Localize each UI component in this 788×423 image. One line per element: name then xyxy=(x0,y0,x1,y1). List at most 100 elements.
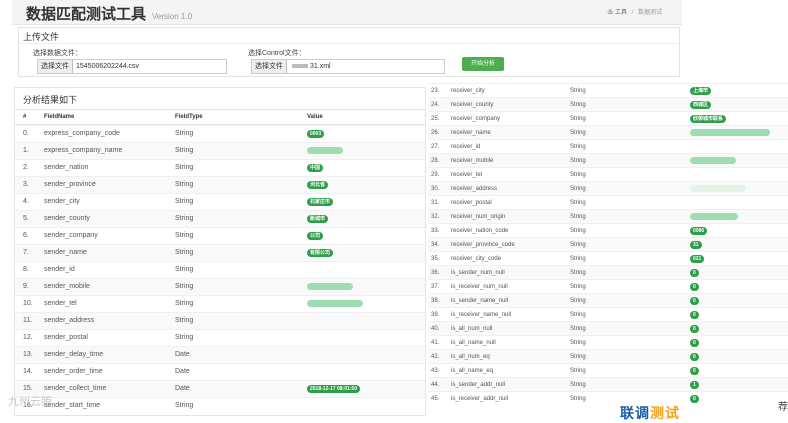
row-index: 3. xyxy=(23,181,29,188)
field-name: receiver_company xyxy=(451,116,501,122)
field-type: String xyxy=(175,181,194,188)
results-panel-continued: 23. receiver_city String 上海市 24. receiver_cou… xyxy=(428,83,788,409)
table-row: 4. sender_city String 石家庄市 xyxy=(15,193,425,211)
value-badge: 0003 xyxy=(307,130,325,138)
table-row: 14. sender_order_time Date xyxy=(15,363,425,381)
field-value: 0 xyxy=(690,269,699,277)
field-type: String xyxy=(175,283,194,290)
field-name: receiver_city xyxy=(451,88,485,94)
field-type: String xyxy=(570,354,586,360)
table-row: 5. sender_county String 新城市 xyxy=(15,210,425,228)
field-type: String xyxy=(175,198,194,205)
table-row: 8. sender_id String xyxy=(15,261,425,279)
field-type: String xyxy=(175,130,194,137)
field-value: 上海市 xyxy=(690,87,712,95)
table-row: 15. sender_collect_time Date 2018-12-17 08:… xyxy=(15,380,425,398)
row-index: 25. xyxy=(431,116,440,122)
row-index: 35. xyxy=(431,256,440,262)
value-badge: 0 xyxy=(690,269,699,277)
field-type: String xyxy=(570,312,586,318)
field-type: Date xyxy=(175,385,190,392)
table-row: 2. sender_nation String 中国 xyxy=(15,159,425,177)
row-index: 24. xyxy=(431,102,440,108)
value-badge: 公司 xyxy=(307,232,324,240)
row-index: 5. xyxy=(23,215,29,222)
table-row: 10. sender_tel String xyxy=(15,295,425,313)
field-value: 有限公司 xyxy=(307,249,334,257)
field-value: 0 xyxy=(690,353,699,361)
field-type: String xyxy=(570,326,586,332)
field-value: 河北省 xyxy=(307,181,329,189)
field-value: 0 xyxy=(690,395,699,403)
field-name: sender_name xyxy=(44,249,87,256)
value-badge: 2018-12-17 08:01:50 xyxy=(307,385,360,393)
field-type: String xyxy=(570,144,586,150)
control-file-choose-button[interactable]: 选择文件 xyxy=(252,60,287,73)
results-panel: 分析结果如下 # FieldName FieldType Value 0. exp… xyxy=(14,87,426,416)
field-type: String xyxy=(570,228,586,234)
row-index: 23. xyxy=(431,88,440,94)
table-row: 39. is_receiver_name_null String 0 xyxy=(428,307,788,322)
results-table-header: # FieldName FieldType Value xyxy=(15,109,425,125)
table-row: 25. receiver_company String 欣荣城市联系 xyxy=(428,111,788,126)
table-row: 37. is_receiver_num_null String 0 xyxy=(428,279,788,294)
value-badge: 西城区 xyxy=(690,101,712,109)
value-badge: 0 xyxy=(690,325,699,333)
table-row: 7. sender_name String 有限公司 xyxy=(15,244,425,262)
value-badge: 石家庄市 xyxy=(307,198,334,206)
field-name: sender_id xyxy=(44,266,75,273)
redacted-filename xyxy=(292,64,308,69)
table-row: 41. is_all_name_null String 0 xyxy=(428,335,788,350)
field-value: 0 xyxy=(690,339,699,347)
row-index: 7. xyxy=(23,249,29,256)
redacted-value xyxy=(690,129,770,136)
row-index: 2. xyxy=(23,164,29,171)
row-index: 34. xyxy=(431,242,440,248)
row-index: 40. xyxy=(431,326,440,332)
row-index: 1. xyxy=(23,147,29,154)
field-type: String xyxy=(570,214,586,220)
data-file-input[interactable]: 选择文件 1545006202244.csv xyxy=(37,59,227,74)
control-file-input[interactable]: 选择文件 31.xml xyxy=(251,59,445,74)
field-type: String xyxy=(175,266,194,273)
field-type: String xyxy=(570,200,586,206)
field-name: receiver_city_code xyxy=(451,256,502,262)
field-type: String xyxy=(570,396,586,402)
row-index: 32. xyxy=(431,214,440,220)
table-row: 45. is_receiver_addr_null String 0 xyxy=(428,391,788,406)
field-type: String xyxy=(570,368,586,374)
row-index: 42. xyxy=(431,354,440,360)
breadcrumb-home[interactable]: 工具 xyxy=(615,10,627,16)
row-index: 11. xyxy=(23,317,33,324)
start-analysis-button[interactable]: 开始分析 xyxy=(462,57,504,71)
row-index: 28. xyxy=(431,158,440,164)
table-row: 32. receiver_num_origin String xyxy=(428,209,788,224)
row-index: 39. xyxy=(431,312,440,318)
app-version: Version 1.0 xyxy=(152,12,193,21)
field-name: sender_address xyxy=(44,317,95,324)
field-name: receiver_mobile xyxy=(451,158,494,164)
field-value: 021 xyxy=(690,255,705,263)
breadcrumb: ♨ 工具 / 数据测试 xyxy=(607,7,662,16)
value-badge: 有限公司 xyxy=(307,249,334,257)
field-value: 0 xyxy=(690,325,699,333)
value-badge: 新城市 xyxy=(307,215,329,223)
field-name: sender_tel xyxy=(44,300,77,307)
table-row: 44. is_sender_addr_null String 1 xyxy=(428,377,788,392)
table-row: 33. receiver_nation_code String 0086 xyxy=(428,223,788,238)
field-name: receiver_county xyxy=(451,102,494,108)
data-file-choose-button[interactable]: 选择文件 xyxy=(38,60,73,73)
table-row: 27. receiver_id String xyxy=(428,139,788,154)
field-name: express_company_code xyxy=(44,130,120,137)
field-value: 公司 xyxy=(307,232,324,240)
table-row: 11. sender_address String xyxy=(15,312,425,330)
table-row: 35. receiver_city_code String 021 xyxy=(428,251,788,266)
table-row: 40. is_all_num_null String 0 xyxy=(428,321,788,336)
table-row: 28. receiver_mobile String xyxy=(428,153,788,168)
field-value: 31 xyxy=(690,241,702,249)
field-name: receiver_tel xyxy=(451,172,483,178)
table-row: 31. receiver_postal String xyxy=(428,195,788,210)
value-badge: 1 xyxy=(690,381,699,389)
control-file-label: 选择Control文件： xyxy=(248,50,306,57)
table-row: 16. sender_start_time String xyxy=(15,397,425,415)
